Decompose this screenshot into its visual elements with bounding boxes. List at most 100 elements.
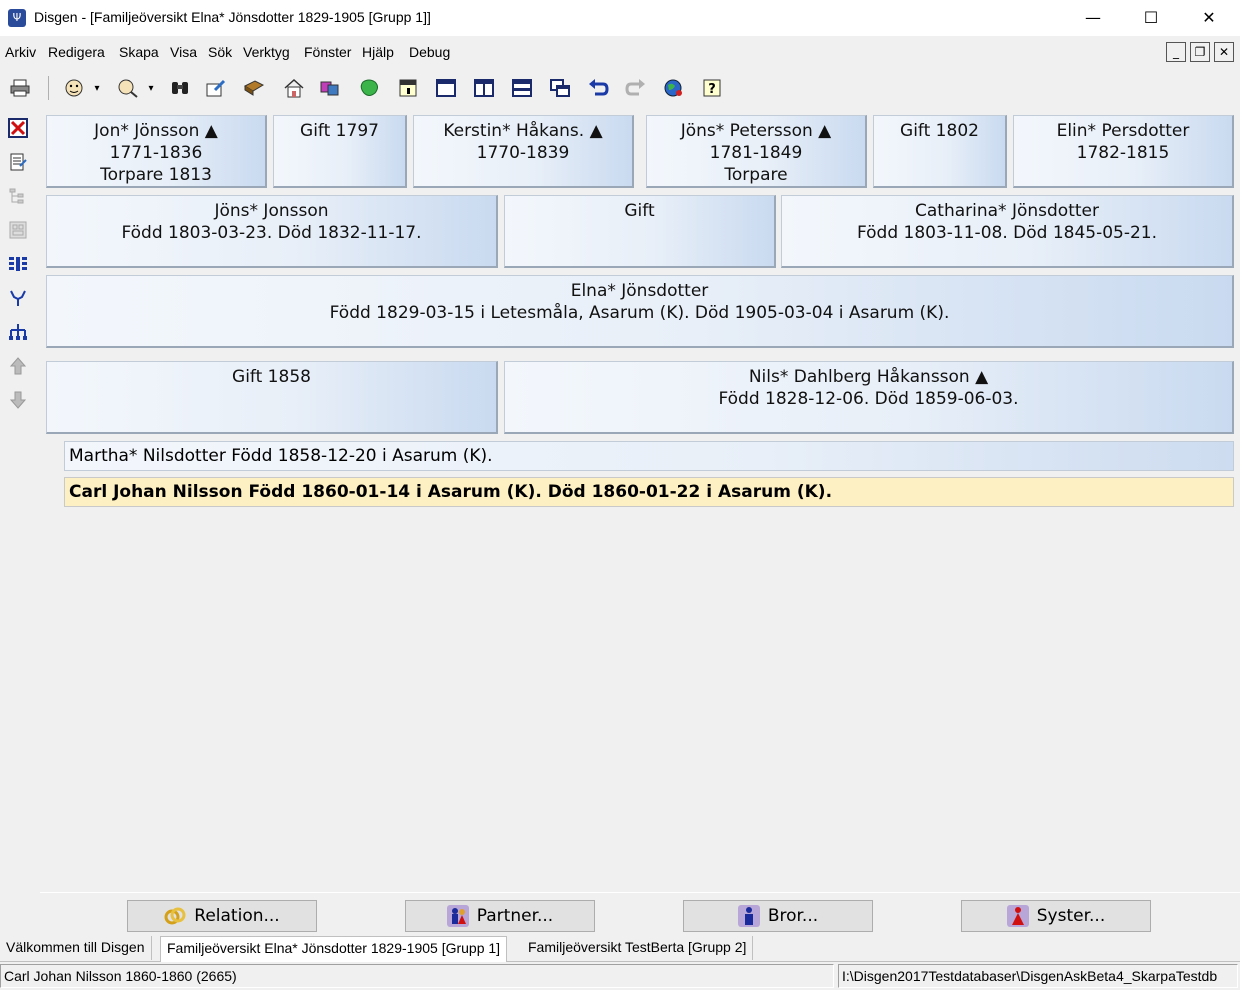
search-dropdown-icon[interactable]: ▾: [144, 76, 158, 100]
tab-welcome[interactable]: Välkommen till Disgen: [0, 936, 152, 960]
window-cascade-icon[interactable]: [548, 76, 572, 100]
person-occupation: Torpare 1813: [100, 165, 212, 185]
person-occupation: Torpare: [724, 165, 788, 185]
marriage-label: Gift 1858: [232, 367, 311, 387]
tab-family-overview-elna[interactable]: Familjeöversikt Elna* Jönsdotter 1829-19…: [160, 936, 508, 962]
mdi-close-button[interactable]: ✕: [1214, 42, 1234, 62]
help-icon[interactable]: ?: [700, 76, 724, 100]
undo-icon[interactable]: [586, 76, 610, 100]
menu-hjalp[interactable]: Hjälp: [362, 44, 394, 60]
mdi-restore-button[interactable]: ❐: [1190, 42, 1210, 62]
status-database-path: I:\Disgen2017Testdatabaser\DisgenAskBeta…: [838, 964, 1238, 988]
person-years: 1781-1849: [709, 143, 803, 163]
menu-arkiv[interactable]: Arkiv: [5, 44, 36, 60]
home-icon[interactable]: [282, 76, 306, 100]
window-title: Disgen - [Familjeöversikt Elna* Jönsdott…: [34, 9, 431, 25]
svg-text:?: ?: [708, 82, 716, 97]
ancestors-icon[interactable]: [6, 286, 30, 310]
columns-icon[interactable]: [6, 252, 30, 276]
toolbar: ▾ ▾ ?: [0, 68, 1240, 108]
father-card[interactable]: Jöns* Jonsson Född 1803-03-23. Död 1832-…: [46, 195, 498, 268]
spouse-marriage-card[interactable]: Gift 1858: [46, 361, 498, 434]
move-down-icon: [6, 388, 30, 412]
menu-debug[interactable]: Debug: [409, 44, 450, 60]
minimize-button[interactable]: —: [1064, 0, 1122, 36]
main-person-card[interactable]: Elna* Jönsdotter Född 1829-03-15 i Letes…: [46, 275, 1234, 348]
person-name: Elna* Jönsdotter: [570, 281, 709, 301]
grandmother-maternal-card[interactable]: Elin* Persdotter 1782-1815: [1013, 115, 1234, 188]
dice-icon[interactable]: [318, 76, 342, 100]
redo-icon[interactable]: [624, 76, 648, 100]
person-name: Nils* Dahlberg Håkansson ▲: [748, 367, 989, 387]
printer-icon[interactable]: [8, 76, 32, 100]
marriage-card-paternal[interactable]: Gift 1797: [273, 115, 407, 188]
spouse-card[interactable]: Nils* Dahlberg Håkansson ▲ Född 1828-12-…: [504, 361, 1234, 434]
menu-visa[interactable]: Visa: [170, 44, 197, 60]
female-icon: [1006, 905, 1029, 927]
brother-button[interactable]: Bror...: [683, 900, 873, 932]
relation-label: Relation...: [194, 906, 280, 926]
close-button[interactable]: ✕: [1180, 0, 1238, 36]
marriage-label: Gift 1802: [900, 121, 979, 141]
title-bar: Ψ Disgen - [Familjeöversikt Elna* Jönsdo…: [0, 0, 1240, 36]
menu-bar: Arkiv Redigera Skapa Visa Sök Verktyg Fö…: [0, 36, 1240, 68]
brother-label: Bror...: [767, 906, 819, 926]
mdi-minimize-button[interactable]: _: [1166, 42, 1186, 62]
child-text: Martha* Nilsdotter Född 1858-12-20 i Asa…: [69, 446, 493, 466]
menu-redigera[interactable]: Redigera: [48, 44, 105, 60]
window-single-icon[interactable]: [434, 76, 458, 100]
child-row[interactable]: Martha* Nilsdotter Född 1858-12-20 i Asa…: [64, 441, 1234, 471]
child-text: Carl Johan Nilsson Född 1860-01-14 i Asa…: [69, 482, 833, 502]
calendar-icon[interactable]: [396, 76, 420, 100]
globe-icon[interactable]: [662, 76, 686, 100]
menu-fonster[interactable]: Fönster: [304, 44, 351, 60]
status-selected-person: Carl Johan Nilsson 1860-1860 (2665): [0, 964, 834, 988]
couple-icon: [446, 905, 469, 927]
grandmother-paternal-card[interactable]: Kerstin* Håkans. ▲ 1770-1839: [413, 115, 634, 188]
person-name: Jöns* Petersson ▲: [680, 121, 832, 141]
delete-icon[interactable]: [6, 116, 30, 140]
grandfather-paternal-card[interactable]: Jon* Jönsson ▲ 1771-1836 Torpare 1813: [46, 115, 267, 188]
window-split-horizontal-icon[interactable]: [510, 76, 534, 100]
person-name: Catharina* Jönsdotter: [915, 201, 1099, 221]
partner-label: Partner...: [476, 906, 554, 926]
marriage-label: Gift 1797: [300, 121, 379, 141]
status-bar: Carl Johan Nilsson 1860-1860 (2665) I:\D…: [0, 962, 1240, 990]
sister-label: Syster...: [1036, 906, 1106, 926]
parents-marriage-card[interactable]: Gift: [504, 195, 776, 268]
relation-button[interactable]: Relation...: [127, 900, 317, 932]
maximize-button[interactable]: ☐: [1122, 0, 1180, 36]
window-split-vertical-icon[interactable]: [472, 76, 496, 100]
map-icon[interactable]: [358, 76, 382, 100]
marriage-card-maternal[interactable]: Gift 1802: [873, 115, 1007, 188]
person-years: 1771-1836: [109, 143, 203, 163]
person-years: 1770-1839: [476, 143, 570, 163]
person-info: Född 1803-03-23. Död 1832-11-17.: [121, 223, 422, 243]
mother-card[interactable]: Catharina* Jönsdotter Född 1803-11-08. D…: [781, 195, 1234, 268]
action-bar: Relation... Partner... Bror... Syster...: [40, 892, 1240, 936]
menu-skapa[interactable]: Skapa: [119, 44, 159, 60]
binoculars-icon[interactable]: [168, 76, 192, 100]
male-icon: [737, 905, 760, 927]
person-name: Kerstin* Håkans. ▲: [443, 121, 603, 141]
person-search-icon[interactable]: [116, 76, 140, 100]
tree-grid-icon: [6, 218, 30, 242]
child-row-selected[interactable]: Carl Johan Nilsson Född 1860-01-14 i Asa…: [64, 477, 1234, 507]
menu-sok[interactable]: Sök: [208, 44, 232, 60]
grandfather-maternal-card[interactable]: Jöns* Petersson ▲ 1781-1849 Torpare: [646, 115, 867, 188]
person-info: Född 1828-12-06. Död 1859-06-03.: [718, 389, 1019, 409]
partner-button[interactable]: Partner...: [405, 900, 595, 932]
rings-icon: [164, 905, 186, 927]
menu-verktyg[interactable]: Verktyg: [243, 44, 290, 60]
tab-family-overview-testberta[interactable]: Familjeöversikt TestBerta [Grupp 2]: [522, 936, 754, 960]
edit-icon[interactable]: [204, 76, 228, 100]
descendants-icon[interactable]: [6, 320, 30, 344]
app-icon[interactable]: Ψ: [8, 9, 26, 27]
sister-button[interactable]: Syster...: [961, 900, 1151, 932]
person-dropdown-icon[interactable]: ▾: [90, 76, 104, 100]
book-icon[interactable]: [242, 76, 266, 100]
person-name: Jöns* Jonsson: [214, 201, 329, 221]
note-icon[interactable]: [6, 150, 30, 174]
person-info: Född 1803-11-08. Död 1845-05-21.: [856, 223, 1158, 243]
person-icon[interactable]: [62, 76, 86, 100]
